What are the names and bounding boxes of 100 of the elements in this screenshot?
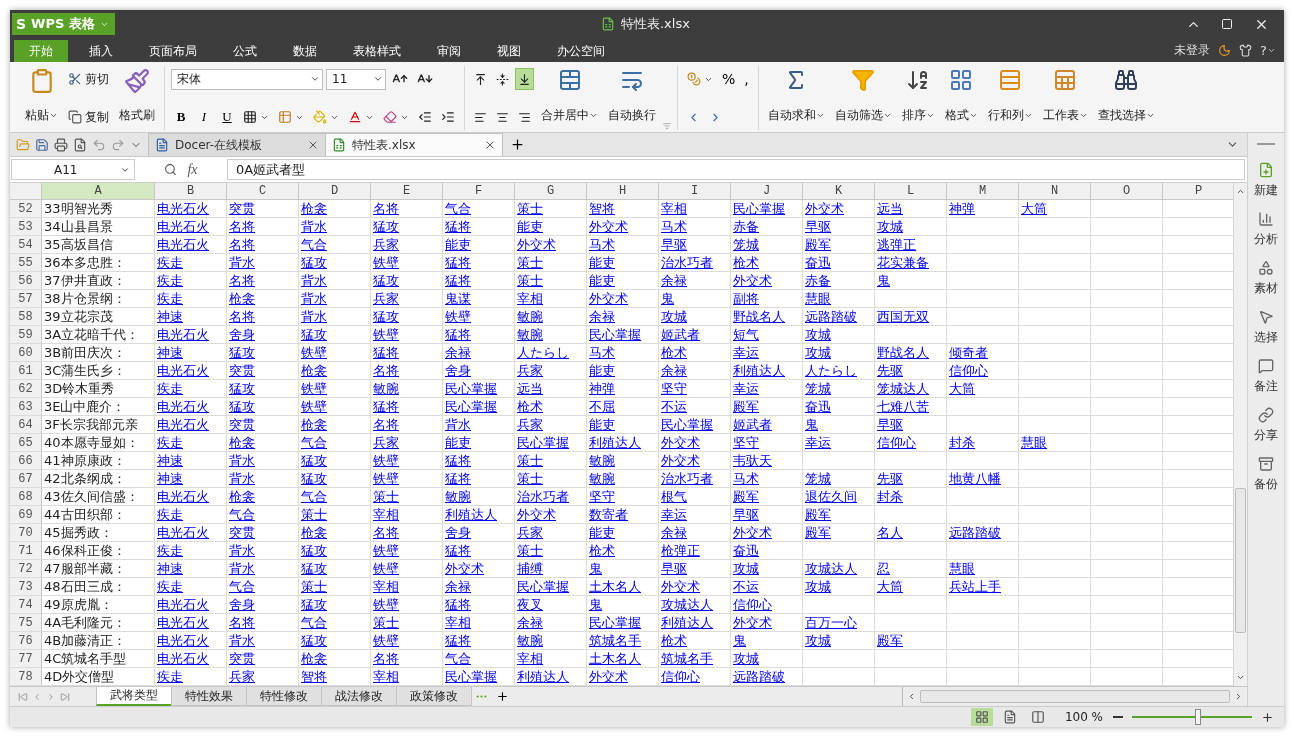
hyperlink-cell[interactable]: 敏腕 — [515, 308, 587, 326]
hyperlink-cell[interactable]: 背水 — [227, 254, 299, 272]
hyperlink-cell[interactable]: 短气 — [731, 326, 803, 344]
hyperlink-cell[interactable]: 大筒 — [875, 578, 947, 596]
empty-cell[interactable] — [947, 416, 1019, 434]
close-icon[interactable] — [484, 139, 496, 151]
hyperlink-cell[interactable]: 外交术 — [515, 236, 587, 254]
hyperlink-cell[interactable]: 殿军 — [731, 398, 803, 416]
hyperlink-cell[interactable]: 电光石火 — [155, 362, 227, 380]
hyperlink-cell[interactable]: 坚守 — [731, 434, 803, 452]
hyperlink-cell[interactable]: 笼城 — [803, 470, 875, 488]
hyperlink-cell[interactable]: 猛攻 — [227, 398, 299, 416]
hyperlink-cell[interactable]: 笼城 — [731, 236, 803, 254]
hyperlink-cell[interactable]: 智将 — [587, 200, 659, 218]
hyperlink-cell[interactable]: 远路踏破 — [803, 308, 875, 326]
hyperlink-cell[interactable]: 夜叉 — [515, 596, 587, 614]
side-panel-button[interactable]: 备份 — [1254, 456, 1278, 498]
redo-icon[interactable] — [111, 137, 125, 152]
hyperlink-cell[interactable]: 策士 — [299, 506, 371, 524]
hyperlink-cell[interactable]: 枪术 — [515, 398, 587, 416]
hyperlink-cell[interactable]: 电光石火 — [155, 650, 227, 668]
vertical-align-button[interactable] — [515, 68, 534, 90]
hyperlink-cell[interactable]: 信仰心 — [731, 596, 803, 614]
hyperlink-cell[interactable]: 攻城 — [803, 632, 875, 650]
hyperlink-cell[interactable]: 舍身 — [443, 362, 515, 380]
empty-cell[interactable] — [1019, 488, 1091, 506]
hyperlink-cell[interactable]: 攻城达人 — [659, 596, 731, 614]
hyperlink-cell[interactable]: 余禄 — [587, 308, 659, 326]
empty-cell[interactable] — [947, 290, 1019, 308]
column-header[interactable]: G — [515, 183, 587, 200]
empty-cell[interactable] — [1019, 308, 1091, 326]
hyperlink-cell[interactable]: 名人 — [875, 524, 947, 542]
hyperlink-cell[interactable]: 百万一心 — [803, 614, 875, 632]
ribbon-button[interactable]: 自动筛选 — [831, 66, 895, 128]
formula-field[interactable]: 0A姬武者型 — [227, 159, 1245, 180]
menu-tab[interactable]: 公式 — [218, 40, 272, 62]
first-sheet-icon[interactable] — [18, 691, 28, 702]
column-header[interactable]: N — [1019, 183, 1091, 200]
sheet-tab[interactable]: 武将类型 — [96, 687, 172, 706]
hyperlink-cell[interactable]: 外交术 — [443, 560, 515, 578]
hyperlink-cell[interactable]: 余禄 — [659, 362, 731, 380]
hyperlink-cell[interactable]: 殿军 — [803, 524, 875, 542]
side-panel-button[interactable]: 分析 — [1254, 211, 1278, 253]
hyperlink-cell[interactable]: 大筒 — [947, 380, 1019, 398]
hyperlink-cell[interactable]: 策士 — [515, 254, 587, 272]
row-header[interactable]: 70 — [10, 524, 42, 542]
hyperlink-cell[interactable]: 野战名人 — [875, 344, 947, 362]
open-icon[interactable] — [16, 137, 30, 152]
row-header[interactable]: 68 — [10, 488, 42, 506]
hyperlink-cell[interactable]: 不屈 — [587, 398, 659, 416]
hyperlink-cell[interactable]: 舍身 — [227, 596, 299, 614]
empty-cell[interactable] — [1019, 560, 1091, 578]
hyperlink-cell[interactable]: 外交术 — [731, 272, 803, 290]
empty-cell[interactable] — [947, 218, 1019, 236]
hyperlink-cell[interactable]: 猛将 — [371, 344, 443, 362]
hyperlink-cell[interactable]: 副将 — [731, 290, 803, 308]
empty-cell[interactable] — [875, 506, 947, 524]
last-sheet-icon[interactable] — [60, 691, 70, 702]
hyperlink-cell[interactable]: 宰相 — [371, 578, 443, 596]
hyperlink-cell[interactable]: 铁壁 — [443, 308, 515, 326]
hyperlink-cell[interactable]: 慧眼 — [803, 290, 875, 308]
hyperlink-cell[interactable]: 疾走 — [155, 380, 227, 398]
empty-cell[interactable] — [1091, 380, 1163, 398]
empty-cell[interactable] — [1019, 236, 1091, 254]
hyperlink-cell[interactable]: 幸运 — [803, 434, 875, 452]
hyperlink-cell[interactable]: 气合 — [299, 488, 371, 506]
save-icon[interactable] — [35, 137, 49, 152]
row-header[interactable]: 54 — [10, 236, 42, 254]
empty-cell[interactable] — [875, 542, 947, 560]
side-panel-button[interactable]: 选择 — [1254, 309, 1278, 351]
empty-cell[interactable] — [1091, 542, 1163, 560]
hyperlink-cell[interactable]: 枪衾 — [227, 488, 299, 506]
hyperlink-cell[interactable]: 西国无双 — [875, 308, 947, 326]
hyperlink-cell[interactable]: 外交术 — [587, 290, 659, 308]
hyperlink-cell[interactable]: 能吏 — [587, 416, 659, 434]
print-icon[interactable] — [54, 137, 68, 152]
hyperlink-cell[interactable]: 早驱 — [875, 416, 947, 434]
hyperlink-cell[interactable]: 筑城名手 — [587, 632, 659, 650]
hyperlink-cell[interactable]: 猛将 — [443, 632, 515, 650]
sheet-tab[interactable]: 战法修改 — [321, 687, 397, 706]
empty-cell[interactable] — [1019, 470, 1091, 488]
hyperlink-cell[interactable]: 枪弹正 — [659, 542, 731, 560]
row-header[interactable]: 69 — [10, 506, 42, 524]
hyperlink-cell[interactable]: 殿军 — [803, 236, 875, 254]
hyperlink-cell[interactable]: 疾走 — [155, 272, 227, 290]
empty-cell[interactable] — [1091, 452, 1163, 470]
hyperlink-cell[interactable]: 枪衾 — [227, 434, 299, 452]
hyperlink-cell[interactable]: 民心掌握 — [443, 398, 515, 416]
row-header[interactable]: 73 — [10, 578, 42, 596]
hyperlink-cell[interactable]: 能吏 — [587, 524, 659, 542]
scrollbar-thumb[interactable] — [920, 690, 1230, 703]
hyperlink-cell[interactable]: 电光石火 — [155, 200, 227, 218]
hyperlink-cell[interactable]: 能吏 — [587, 272, 659, 290]
hyperlink-cell[interactable]: 枪术 — [587, 542, 659, 560]
hyperlink-cell[interactable]: 背水 — [227, 542, 299, 560]
column-header[interactable]: L — [875, 183, 947, 200]
hyperlink-cell[interactable]: 神速 — [155, 308, 227, 326]
hyperlink-cell[interactable]: 猛攻 — [227, 380, 299, 398]
hyperlink-cell[interactable]: 突贯 — [227, 362, 299, 380]
hyperlink-cell[interactable]: 鬼 — [587, 596, 659, 614]
